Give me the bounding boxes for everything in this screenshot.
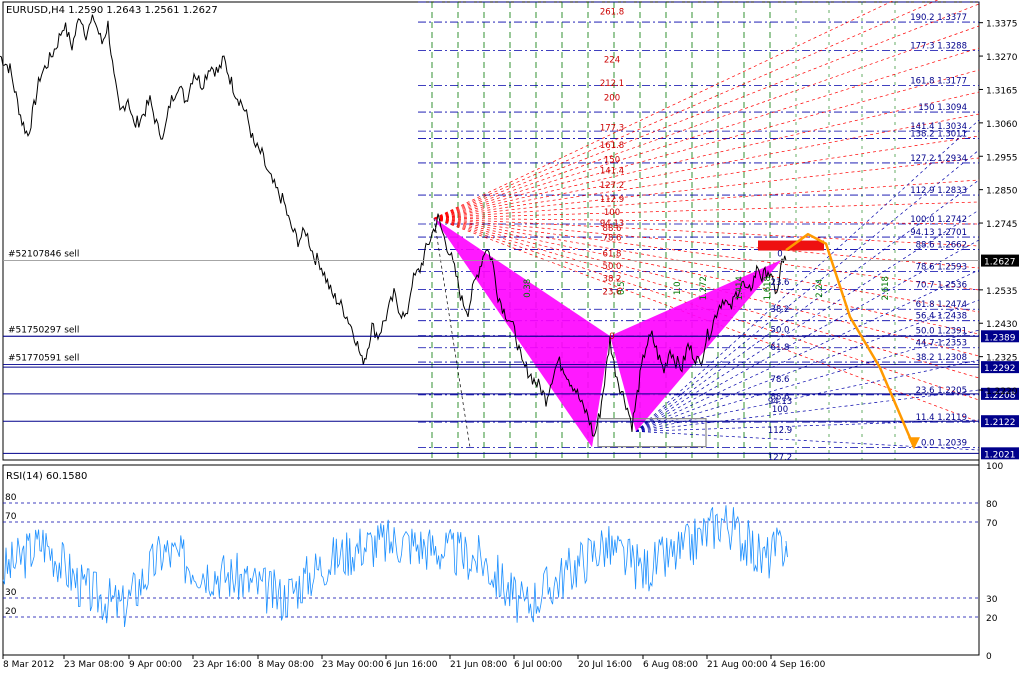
time-tick-label: 21 Jun 08:00 bbox=[450, 660, 507, 670]
rsi-tick-label: 80 bbox=[986, 500, 998, 510]
level-price-text: 1.2021 bbox=[984, 450, 1016, 460]
red-fan-label: 100 bbox=[604, 208, 620, 218]
rsi-tick-label: 30 bbox=[986, 595, 998, 605]
level-price-text: 1.2389 bbox=[984, 333, 1016, 343]
blue-fan-label: 112.9 bbox=[768, 426, 792, 436]
current-price-text: 1.2627 bbox=[984, 258, 1016, 268]
fib-level-label: 38.2 1.2308 bbox=[916, 353, 967, 363]
blue-fan-label: 0 bbox=[777, 249, 782, 259]
rsi-tick-label: 0 bbox=[986, 652, 992, 662]
time-tick-label: 4 Sep 16:00 bbox=[771, 660, 826, 670]
red-fan-label: 224 bbox=[604, 55, 620, 65]
fib-level-label: 190.2 1.3377 bbox=[910, 13, 967, 23]
fib-level-label: 161.8 1.3177 bbox=[910, 77, 967, 87]
fib-level-label: 23.6 1.2205 bbox=[916, 386, 967, 396]
blue-fan-label: 61.8 bbox=[771, 343, 790, 353]
chart-title: EURUSD,H4 1.2590 1.2643 1.2561 1.2627 bbox=[6, 5, 218, 16]
red-fan-label: 212.1 bbox=[600, 79, 624, 89]
red-fan-label: 177.3 bbox=[600, 124, 624, 134]
blue-fan-label: 78.6 bbox=[771, 375, 790, 385]
time-tick-label: 8 Mar 2012 bbox=[3, 660, 54, 670]
red-fan-label: 150 bbox=[604, 155, 620, 165]
rsi-left-label: 20 bbox=[5, 607, 17, 617]
time-tick-label: 6 Jul 00:00 bbox=[514, 660, 563, 670]
time-tick-label: 8 May 08:00 bbox=[258, 660, 314, 670]
fib-level-label: 177.3 1.3288 bbox=[910, 41, 967, 51]
rsi-left-label: 70 bbox=[5, 512, 17, 522]
price-tick-label: 1.3060 bbox=[986, 120, 1018, 130]
fib-level-label: 78.6 1.2593 bbox=[916, 262, 967, 272]
price-tick-label: 1.2325 bbox=[986, 354, 1018, 364]
fib-level-label: 0.0 1.2039 bbox=[921, 439, 967, 449]
rsi-tick-label: 70 bbox=[986, 519, 998, 529]
price-tick-label: 1.2850 bbox=[986, 187, 1018, 197]
time-zone-label: 0.38 bbox=[523, 279, 533, 298]
fib-level-label: 88.6 1.2662 bbox=[916, 240, 967, 250]
price-tick-label: 1.3270 bbox=[986, 53, 1018, 63]
red-fan-label: 127.2 bbox=[600, 181, 624, 191]
blue-fan-label: 50.0 bbox=[771, 326, 790, 336]
red-fan-label: 161.8 bbox=[600, 141, 624, 151]
red-fan-label: 141.4 bbox=[600, 167, 624, 177]
fib-level-label: 44.7 1.2353 bbox=[916, 339, 967, 349]
time-tick-label: 21 Aug 00:00 bbox=[707, 660, 768, 670]
time-tick-label: 9 Apr 00:00 bbox=[129, 660, 182, 670]
time-tick-label: 23 Mar 08:00 bbox=[64, 660, 124, 670]
fib-level-label: 127.2 1.2934 bbox=[910, 154, 967, 164]
price-tick-label: 1.2745 bbox=[986, 220, 1018, 230]
blue-fan-label: 38.2 bbox=[771, 305, 790, 315]
fib-level-label: 94.13 1.2701 bbox=[910, 228, 967, 238]
rsi-left-label: 30 bbox=[5, 588, 17, 598]
order-label: #51750297 sell bbox=[8, 325, 79, 335]
time-tick-label: 6 Aug 08:00 bbox=[643, 660, 698, 670]
level-price-text: 1.2292 bbox=[984, 364, 1016, 374]
time-tick-label: 20 Jul 16:00 bbox=[578, 660, 632, 670]
time-zone-label: 1.414 bbox=[735, 276, 745, 300]
blue-fan-label: 100 bbox=[772, 405, 788, 415]
fib-level-label: 138.2 1.3011 bbox=[910, 129, 967, 139]
rsi-title: RSI(14) 60.1580 bbox=[6, 471, 87, 482]
time-tick-label: 6 Jun 16:00 bbox=[386, 660, 438, 670]
red-fan-label: 261.8 bbox=[600, 8, 624, 18]
red-fan-label: 112.9 bbox=[600, 195, 624, 205]
red-fan-label: 50.0 bbox=[603, 262, 622, 272]
blue-fan-label: 127.2 bbox=[768, 453, 792, 463]
red-fan-label: 200 bbox=[604, 93, 620, 103]
time-zone-label: 1.272 bbox=[699, 276, 709, 300]
price-tick-label: 1.2430 bbox=[986, 320, 1018, 330]
level-price-text: 1.2122 bbox=[984, 418, 1016, 428]
red-fan-label: 61.8 bbox=[603, 249, 622, 259]
price-tick-label: 1.3165 bbox=[986, 86, 1018, 96]
chart-canvas: #52107846 sell #51750297 sell #51770591 se… bbox=[0, 0, 1022, 673]
fib-level-label: 150 1.3094 bbox=[918, 103, 967, 113]
red-fan-label: 0 bbox=[609, 332, 614, 342]
time-tick-label: 23 May 00:00 bbox=[322, 660, 384, 670]
fib-level-label: 112.9 1.2833 bbox=[910, 186, 967, 196]
fib-level-label: 200 1.3440 bbox=[918, 0, 967, 3]
rsi-tick-label: 20 bbox=[986, 614, 998, 624]
fib-level-label: 11.4 1.2119 bbox=[916, 413, 967, 423]
rsi-left-label: 80 bbox=[5, 493, 17, 503]
red-fan-label: 88.6 bbox=[603, 224, 622, 234]
time-zone-label: 2.618 bbox=[881, 276, 891, 300]
fib-level-label: 61.8 1.2474 bbox=[916, 300, 967, 310]
fib-level-label: 70.7 1.2536 bbox=[916, 281, 967, 291]
time-zone-label: 2.24 bbox=[815, 279, 825, 298]
red-fan-label: 78.6 bbox=[603, 233, 622, 243]
blue-fan-label: 23.6 bbox=[771, 278, 790, 288]
price-tick-label: 1.2220 bbox=[986, 387, 1018, 397]
order-label: #52107846 sell bbox=[8, 250, 79, 260]
time-zone-label: 1.618 bbox=[763, 276, 773, 300]
rsi-tick-label: 100 bbox=[986, 462, 1003, 472]
fib-level-label: 56.4 1.2438 bbox=[916, 312, 967, 322]
fib-level-label: 50.0 1.2391 bbox=[916, 327, 967, 337]
fib-level-label: 100.0 1.2742 bbox=[910, 215, 967, 225]
price-tick-label: 1.2535 bbox=[986, 287, 1018, 297]
time-zone-label: 1.0 bbox=[673, 281, 683, 295]
time-zone-label: 0.5 bbox=[617, 281, 627, 295]
price-tick-label: 1.3375 bbox=[986, 20, 1018, 30]
order-label: #51770591 sell bbox=[8, 354, 79, 364]
time-tick-label: 23 Apr 16:00 bbox=[193, 660, 252, 670]
price-tick-label: 1.2955 bbox=[986, 153, 1018, 163]
